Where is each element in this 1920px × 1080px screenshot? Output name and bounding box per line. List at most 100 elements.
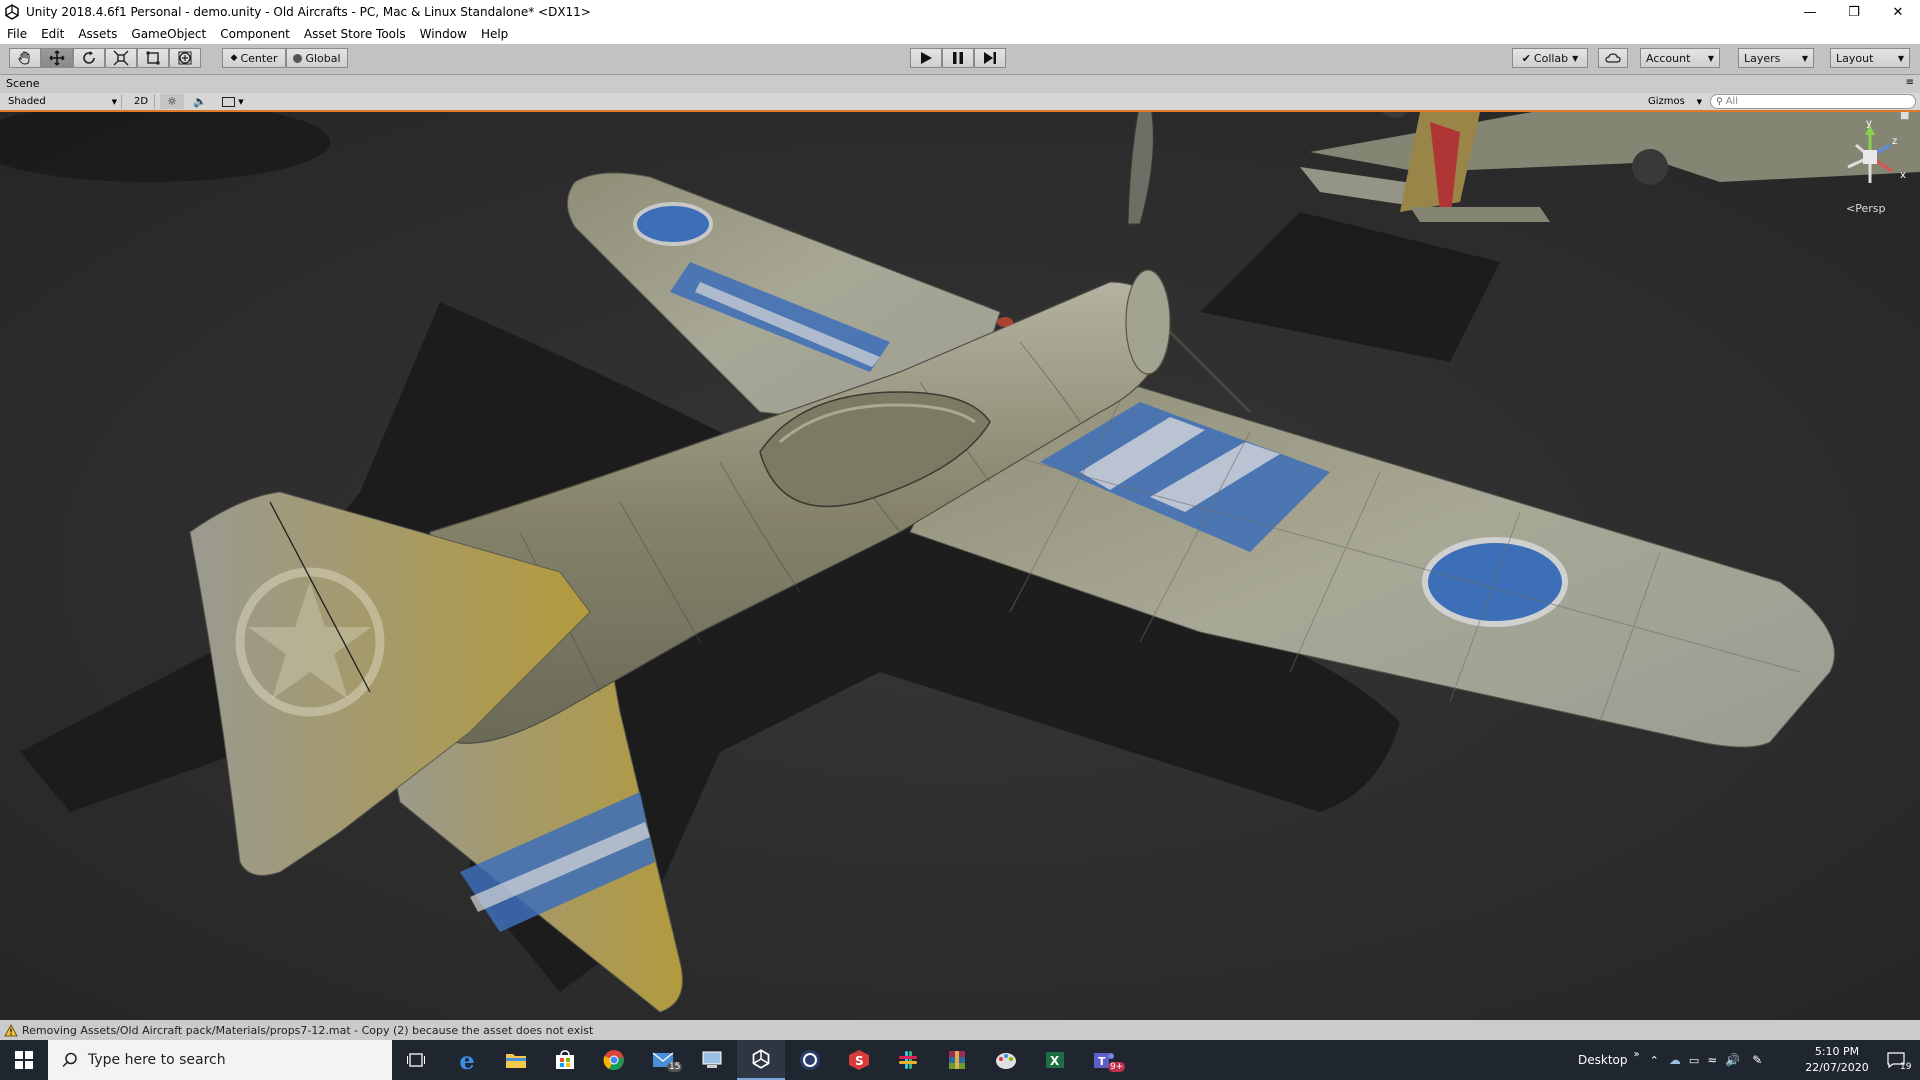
- 2d-toggle[interactable]: 2D: [128, 94, 155, 109]
- pause-button[interactable]: [942, 48, 974, 68]
- unity-logo-icon: [5, 4, 19, 20]
- start-button[interactable]: [0, 1040, 48, 1080]
- tray-app-icon[interactable]: ☁: [1669, 1053, 1681, 1067]
- warning-icon: [4, 1023, 18, 1036]
- svg-text:X: X: [1050, 1054, 1060, 1068]
- taskbar-mail[interactable]: 15: [639, 1040, 687, 1080]
- rect-tool-icon[interactable]: [137, 48, 169, 68]
- menu-file[interactable]: File: [0, 27, 34, 41]
- scene-control-bar: Shaded ▼ 2D ☼ 🔈 ▼ Gizmos ▼ ⚲ All: [0, 93, 1920, 112]
- excel-icon: X: [1046, 1052, 1064, 1068]
- lock-icon[interactable]: ■: [1900, 112, 1909, 121]
- menu-component[interactable]: Component: [213, 27, 297, 41]
- search-icon: [62, 1052, 77, 1068]
- scene-tab[interactable]: Scene: [6, 77, 40, 90]
- dropdown-arrow-icon: ▼: [1572, 53, 1579, 63]
- taskbar-teams[interactable]: T 9+: [1080, 1040, 1128, 1080]
- main-toolbar: ◆ Center Global ✔ Collab ▼ Account ▼ Lay…: [0, 44, 1920, 75]
- transform-tool-icon[interactable]: [169, 48, 201, 68]
- menu-assets[interactable]: Assets: [71, 27, 124, 41]
- restore-icon[interactable]: ❐: [1832, 0, 1876, 24]
- account-label: Account: [1646, 51, 1691, 65]
- effects-dropdown[interactable]: ▼: [216, 94, 250, 109]
- notification-center-button[interactable]: 19: [1872, 1040, 1920, 1080]
- gizmo-y-label: y: [1866, 118, 1872, 129]
- gizmos-dropdown[interactable]: Gizmos ▼: [1648, 94, 1702, 109]
- wifi-icon[interactable]: ≈: [1707, 1053, 1717, 1067]
- minimize-icon[interactable]: —: [1788, 0, 1832, 24]
- dropdown-arrow-icon: ▼: [111, 97, 117, 106]
- taskbar-app-s[interactable]: S: [835, 1040, 883, 1080]
- taskbar-clock[interactable]: 5:10 PM 22/07/2020: [1802, 1044, 1872, 1076]
- chevron-right-icon[interactable]: »: [1634, 1049, 1640, 1060]
- dropdown-arrow-icon: ▼: [1696, 97, 1702, 106]
- menu-help[interactable]: Help: [474, 27, 515, 41]
- svg-text:S: S: [855, 1054, 864, 1068]
- pause-icon: [953, 52, 963, 64]
- windows-taskbar: Type here to search e 15 S X T 9+ Deskto…: [0, 1040, 1920, 1080]
- scene-viewport[interactable]: y z x ■ <Persp: [0, 112, 1920, 1020]
- perspective-toggle[interactable]: <Persp: [1846, 202, 1885, 215]
- menu-window[interactable]: Window: [413, 27, 474, 41]
- scene-render: [0, 112, 1920, 1020]
- search-placeholder: Type here to search: [88, 1052, 226, 1068]
- hand-tool-icon[interactable]: [9, 48, 41, 68]
- taskbar-file-explorer[interactable]: [492, 1040, 540, 1080]
- dropdown-arrow-icon: ▼: [1897, 53, 1904, 63]
- pivot-label: Center: [240, 51, 278, 65]
- layout-dropdown[interactable]: Layout ▼: [1830, 48, 1910, 68]
- dropdown-arrow-icon: ▼: [238, 97, 244, 106]
- menu-edit[interactable]: Edit: [34, 27, 71, 41]
- taskbar-unity[interactable]: [737, 1040, 785, 1080]
- s-app-icon: S: [849, 1050, 869, 1070]
- store-icon: [556, 1050, 574, 1069]
- audio-toggle[interactable]: 🔈: [188, 94, 212, 109]
- speaker-icon: 🔈: [193, 95, 207, 108]
- lighting-toggle[interactable]: ☼: [160, 94, 184, 109]
- chevron-up-icon[interactable]: ⌃: [1650, 1054, 1659, 1067]
- taskbar-app-circle[interactable]: [786, 1040, 834, 1080]
- scale-tool-icon[interactable]: [105, 48, 137, 68]
- rotate-tool-icon[interactable]: [73, 48, 105, 68]
- move-tool-icon[interactable]: [41, 48, 73, 68]
- taskbar-excel[interactable]: X: [1031, 1040, 1079, 1080]
- menu-gameobject[interactable]: GameObject: [124, 27, 213, 41]
- pivot-center-button[interactable]: ◆ Center: [222, 48, 286, 68]
- gizmo-z-label: z: [1892, 136, 1898, 147]
- windows-logo-icon: [15, 1051, 33, 1069]
- taskbar-chrome[interactable]: [590, 1040, 638, 1080]
- taskbar-app-network[interactable]: [688, 1040, 736, 1080]
- space-label: Global: [305, 51, 341, 65]
- volume-icon[interactable]: 🔊: [1725, 1053, 1740, 1067]
- taskbar-edge[interactable]: e: [443, 1040, 491, 1080]
- scene-search-field[interactable]: ⚲ All: [1710, 94, 1916, 109]
- taskbar-store[interactable]: [541, 1040, 589, 1080]
- battery-icon[interactable]: ▭: [1689, 1054, 1699, 1067]
- taskbar-winrar[interactable]: [933, 1040, 981, 1080]
- desktop-toolbar-label[interactable]: Desktop: [1578, 1053, 1628, 1067]
- close-icon[interactable]: ✕: [1876, 0, 1920, 24]
- sun-icon: ☼: [167, 95, 177, 108]
- cloud-button[interactable]: [1598, 48, 1628, 68]
- collab-dropdown[interactable]: ✔ Collab ▼: [1512, 48, 1588, 68]
- task-view-button[interactable]: [392, 1040, 440, 1080]
- play-button[interactable]: [910, 48, 942, 68]
- step-icon: [984, 52, 996, 64]
- space-global-button[interactable]: Global: [286, 48, 348, 68]
- shading-mode-dropdown[interactable]: Shaded ▼: [4, 94, 122, 109]
- taskbar-paint[interactable]: [982, 1040, 1030, 1080]
- layers-dropdown[interactable]: Layers ▼: [1738, 48, 1814, 68]
- step-button[interactable]: [974, 48, 1006, 68]
- account-dropdown[interactable]: Account ▼: [1640, 48, 1720, 68]
- pen-icon[interactable]: ✎: [1752, 1053, 1762, 1067]
- console-status-bar[interactable]: Removing Assets/Old Aircraft pack/Materi…: [0, 1020, 1920, 1040]
- dropdown-arrow-icon: ▼: [1707, 53, 1714, 63]
- notification-badge: 19: [1900, 1062, 1912, 1072]
- taskbar-search[interactable]: Type here to search: [48, 1040, 392, 1080]
- check-icon: ✔: [1521, 51, 1531, 65]
- menu-asset-store-tools[interactable]: Asset Store Tools: [297, 27, 413, 41]
- taskbar-slack[interactable]: [884, 1040, 932, 1080]
- layers-label: Layers: [1744, 51, 1781, 65]
- slack-icon: [899, 1051, 917, 1069]
- tab-menu-icon[interactable]: ≡: [1906, 77, 1914, 88]
